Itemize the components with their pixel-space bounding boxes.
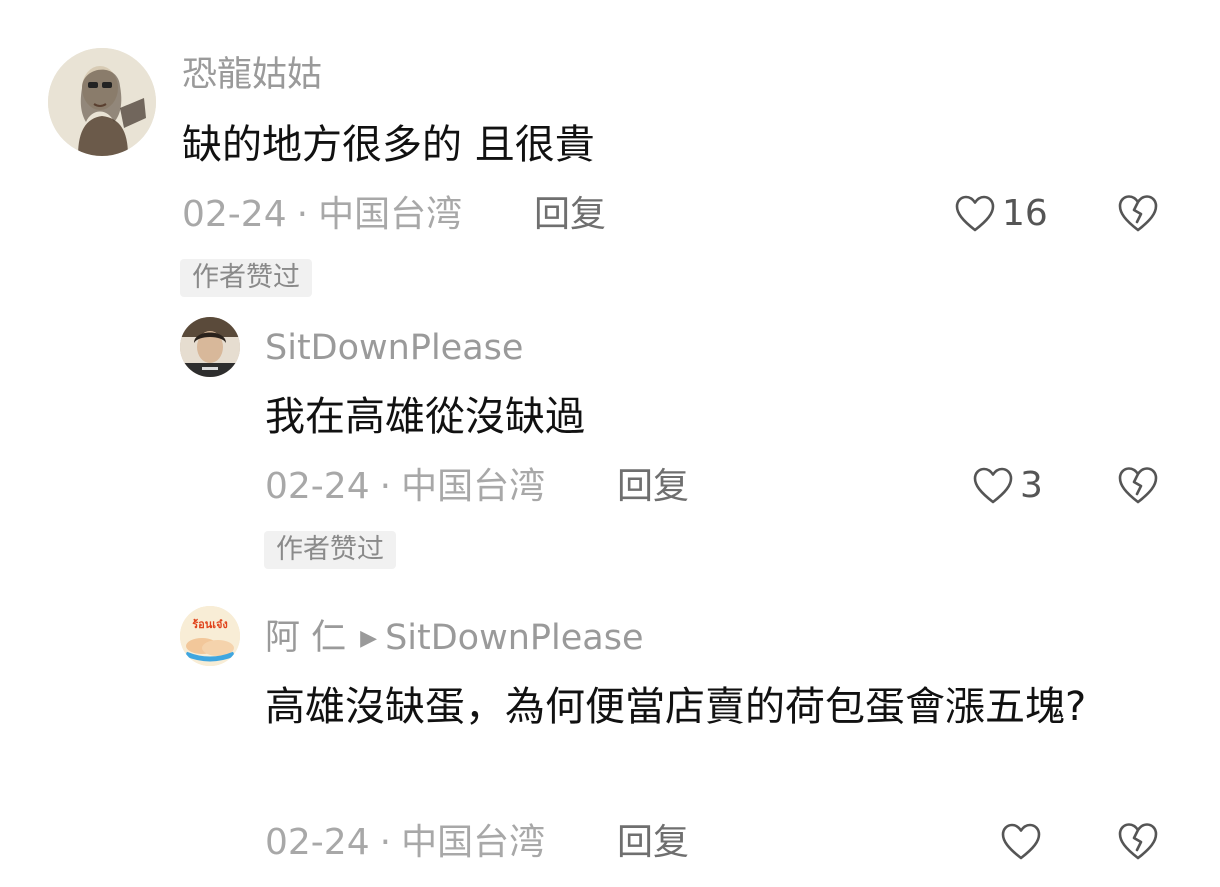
reply-author[interactable]: 阿 仁 <box>265 618 346 658</box>
separator-dot: · <box>296 194 309 235</box>
separator-dot: · <box>379 466 392 507</box>
comment-text: 缺的地方很多的 且很貴 <box>182 122 595 168</box>
reply-target[interactable]: SitDownPlease <box>385 618 643 658</box>
comment-meta: 02-24 · 中国台湾 <box>265 825 545 861</box>
like-button[interactable]: 3 <box>972 464 1043 508</box>
avatar-logo-text: ร้อนเจ๋ง <box>192 618 228 631</box>
like-count: 3 <box>1020 465 1043 506</box>
broken-heart-icon <box>1118 195 1158 232</box>
dislike-button[interactable] <box>1116 820 1160 864</box>
comment-meta: 02-24 · 中国台湾 <box>182 197 462 233</box>
hands-logo-avatar-icon: ร้อนเจ๋ง <box>180 606 240 666</box>
comment-meta: 02-24 · 中国台湾 <box>265 469 545 505</box>
username[interactable]: 恐龍姑姑 <box>182 58 322 93</box>
broken-heart-icon <box>1118 823 1158 860</box>
sketch-portrait-avatar-icon <box>48 48 156 156</box>
comment-text: 我在高雄從沒缺過 <box>265 394 585 440</box>
comment-location: 中国台湾 <box>401 822 546 863</box>
heart-icon <box>1001 823 1041 860</box>
author-liked-badge: 作者赞过 <box>180 259 312 297</box>
reply-button[interactable]: 回复 <box>534 197 606 233</box>
broken-heart-icon <box>1118 467 1158 504</box>
like-count: 16 <box>1002 193 1048 234</box>
comment-date: 02-24 <box>182 194 287 235</box>
reply-button[interactable]: 回复 <box>617 469 689 505</box>
like-button[interactable] <box>1000 820 1048 864</box>
username[interactable]: SitDownPlease <box>265 331 523 366</box>
comment-location: 中国台湾 <box>401 466 546 507</box>
username: 阿 仁 ▶ SitDownPlease <box>265 621 643 656</box>
avatar[interactable]: ร้อนเจ๋ง <box>180 606 240 666</box>
dislike-button[interactable] <box>1116 464 1160 508</box>
author-liked-badge: 作者赞过 <box>264 531 396 569</box>
dislike-button[interactable] <box>1116 192 1160 236</box>
reply-arrow-icon: ▶ <box>360 626 378 651</box>
comment-date: 02-24 <box>265 466 370 507</box>
comment-text: 高雄沒缺蛋，為何便當店賣的荷包蛋會漲五塊? <box>265 684 1087 730</box>
separator-dot: · <box>379 822 392 863</box>
avatar[interactable] <box>180 317 240 377</box>
photo-avatar-icon <box>180 317 240 377</box>
heart-icon <box>955 195 995 232</box>
heart-icon <box>973 467 1013 504</box>
comment-location: 中国台湾 <box>318 194 463 235</box>
comment-date: 02-24 <box>265 822 370 863</box>
like-button[interactable]: 16 <box>954 192 1048 236</box>
avatar[interactable] <box>48 48 156 156</box>
reply-button[interactable]: 回复 <box>617 825 689 861</box>
